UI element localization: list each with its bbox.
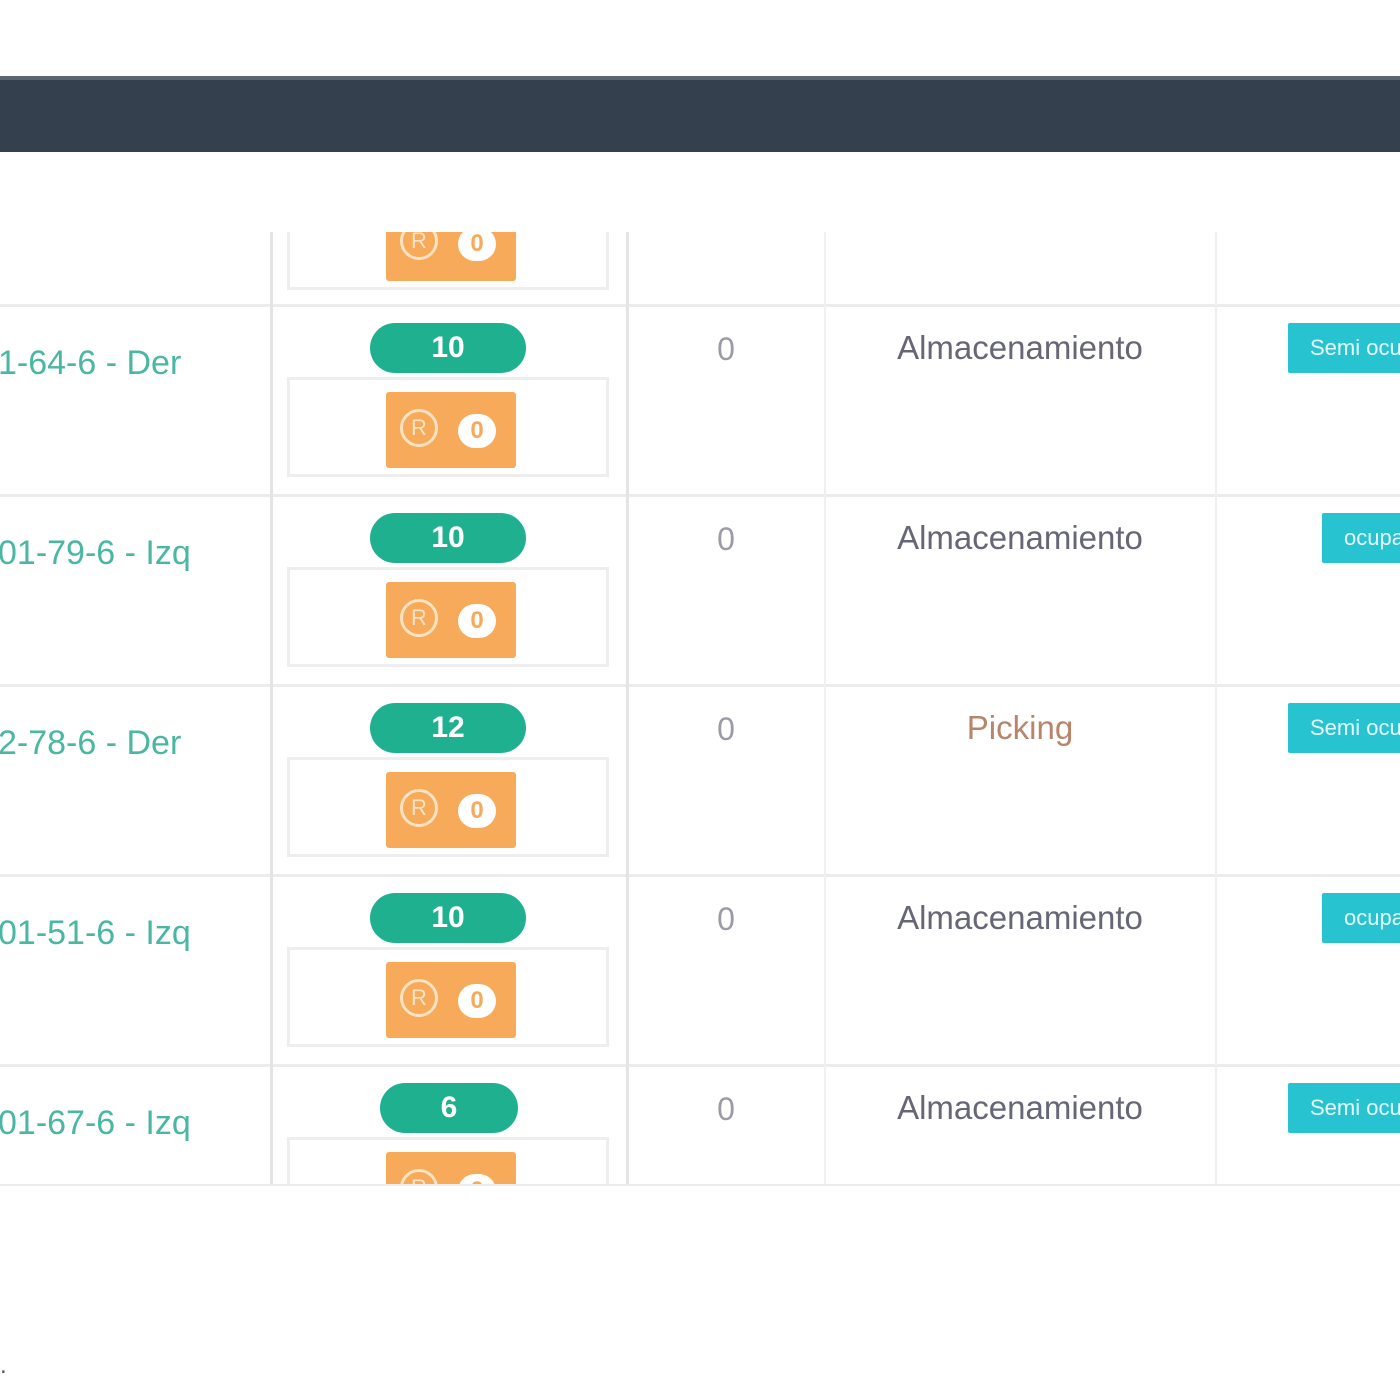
reserved-icon: R [400,232,438,260]
reserved-icon: R [400,599,438,637]
reserved-count: 0 [458,414,496,448]
status-badge[interactable]: ocupada [1322,513,1400,563]
column-divider [824,232,826,1184]
column-divider [626,232,629,1184]
footer-text: . [0,1352,7,1379]
column-divider [1215,232,1217,1184]
location-link[interactable]: 1-64-6 - Der [0,343,270,383]
column-divider [270,232,273,1184]
reserved-badge[interactable]: R 0 [386,232,516,281]
reserved-count: 0 [458,984,496,1018]
status-badge[interactable]: Semi ocupada [1288,1083,1400,1133]
reserved-icon: R [400,1169,438,1184]
location-link[interactable]: 01-79-6 - Izq [0,533,270,573]
table-row: 01-79-6 - Izq 10 R 0 0 Almacenamiento oc… [0,494,1400,684]
table-row: 1-64-6 - Der 10 R 0 0 Almacenamiento Sem… [0,304,1400,494]
quantity-badge: 6 [380,1083,518,1133]
reserved-count: 0 [458,232,496,261]
reserved-badge[interactable]: R 0 [386,1152,516,1184]
reserved-badge[interactable]: R 0 [386,772,516,848]
table-row: 01-51-6 - Izq 10 R 0 0 Almacenamiento oc… [0,874,1400,1064]
status-badge[interactable]: ocupada [1322,893,1400,943]
locations-table: R 0 1-64-6 - Der 10 R 0 0 Almacenamiento… [0,232,1400,1186]
reserved-badge[interactable]: R 0 [386,962,516,1038]
status-badge[interactable]: Semi ocupada [1288,323,1400,373]
reserved-count: 0 [458,1174,496,1184]
zone-label: Almacenamiento [897,329,1143,366]
quantity-badge: 10 [370,323,526,373]
reserved-icon: R [400,979,438,1017]
reserved-count: 0 [458,604,496,638]
status-badge[interactable]: Semi ocupada [1288,703,1400,753]
quantity-badge: 10 [370,893,526,943]
reserved-icon: R [400,789,438,827]
reserved-badge[interactable]: R 0 [386,582,516,658]
count-value: 0 [717,331,735,367]
count-value: 0 [717,1091,735,1127]
location-link[interactable]: 01-51-6 - Izq [0,913,270,953]
zone-label: Almacenamiento [897,519,1143,556]
zone-label: Almacenamiento [897,1089,1143,1126]
reserved-box: R 0 [287,757,609,857]
reserved-box: R 0 [287,947,609,1047]
reserved-box: R 0 [287,377,609,477]
reserved-box: R 0 [287,1137,609,1184]
top-navbar [0,76,1400,152]
quantity-badge: 12 [370,703,526,753]
count-value: 0 [717,521,735,557]
zone-label: Picking [966,709,1074,746]
reserved-box: R 0 [287,232,609,290]
count-value: 0 [717,901,735,937]
zone-label: Almacenamiento [897,899,1143,936]
reserved-icon: R [400,409,438,447]
reserved-badge[interactable]: R 0 [386,392,516,468]
table-row: 2-78-6 - Der 12 R 0 0 Picking Semi ocupa… [0,684,1400,874]
reserved-count: 0 [458,794,496,828]
reserved-box: R 0 [287,567,609,667]
location-link[interactable]: 01-67-6 - Izq [0,1103,270,1143]
quantity-badge: 10 [370,513,526,563]
location-link[interactable]: 2-78-6 - Der [0,723,270,763]
table-row: R 0 [0,232,1400,304]
count-value: 0 [717,711,735,747]
table-row: 01-67-6 - Izq 6 R 0 0 Almacenamiento Sem… [0,1064,1400,1184]
